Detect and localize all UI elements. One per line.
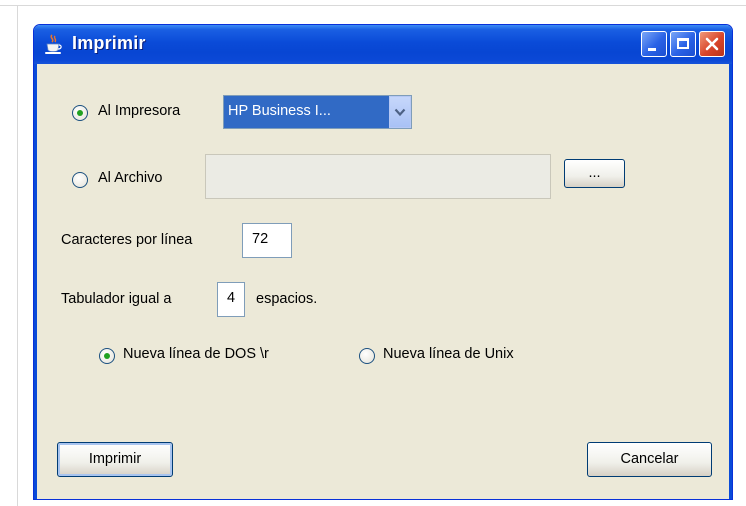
printer-select-value: HP Business I...: [228, 103, 331, 119]
window-frame-left: [34, 64, 37, 499]
page-border-top: [0, 5, 746, 6]
file-radio-label[interactable]: Al Archivo: [98, 170, 162, 186]
dos-newline-radio[interactable]: [99, 348, 115, 364]
tab-width-value: 4: [226, 290, 236, 306]
radio-selected-dot: [77, 110, 83, 116]
maximize-button[interactable]: [670, 31, 696, 57]
print-button-label: Imprimir: [88, 451, 142, 467]
printer-select[interactable]: HP Business I...: [223, 95, 412, 129]
printer-radio-label[interactable]: Al Impresora: [98, 103, 180, 119]
minimize-button[interactable]: [641, 31, 667, 57]
unix-newline-label[interactable]: Nueva línea de Unix: [383, 346, 514, 362]
java-cup-icon: [45, 34, 62, 54]
file-radio[interactable]: [72, 172, 88, 188]
window-frame-right: [729, 64, 732, 499]
print-button[interactable]: Imprimir: [57, 442, 173, 477]
close-button[interactable]: [699, 31, 725, 57]
tab-width-label: Tabulador igual a: [61, 291, 172, 307]
maximize-icon: [677, 38, 689, 49]
tab-width-suffix: espacios.: [256, 291, 318, 307]
chars-per-line-label: Caracteres por línea: [61, 232, 193, 248]
chars-per-line-value: 72: [252, 231, 269, 247]
dos-newline-label[interactable]: Nueva línea de DOS \r: [123, 346, 269, 362]
unix-newline-radio[interactable]: [359, 348, 375, 364]
chars-per-line-input[interactable]: 72: [242, 223, 292, 258]
printer-select-dropdown-button[interactable]: [389, 96, 411, 128]
file-path-input[interactable]: [205, 154, 551, 199]
tab-width-input[interactable]: 4: [217, 282, 245, 317]
print-dialog: Imprimir Al Impresora HP Business I... A…: [33, 24, 733, 500]
close-icon: [705, 37, 719, 51]
cancel-button[interactable]: Cancelar: [587, 442, 712, 477]
chevron-down-icon: [394, 108, 406, 117]
window-title: Imprimir: [72, 33, 146, 53]
page-border-left: [17, 5, 18, 506]
browse-button[interactable]: ...: [564, 159, 625, 188]
cancel-button-label: Cancelar: [620, 451, 679, 467]
title-bar[interactable]: Imprimir: [34, 25, 732, 64]
minimize-icon: [648, 48, 656, 51]
browse-button-label: ...: [588, 165, 601, 181]
radio-selected-dot: [104, 353, 110, 359]
printer-radio[interactable]: [72, 105, 88, 121]
